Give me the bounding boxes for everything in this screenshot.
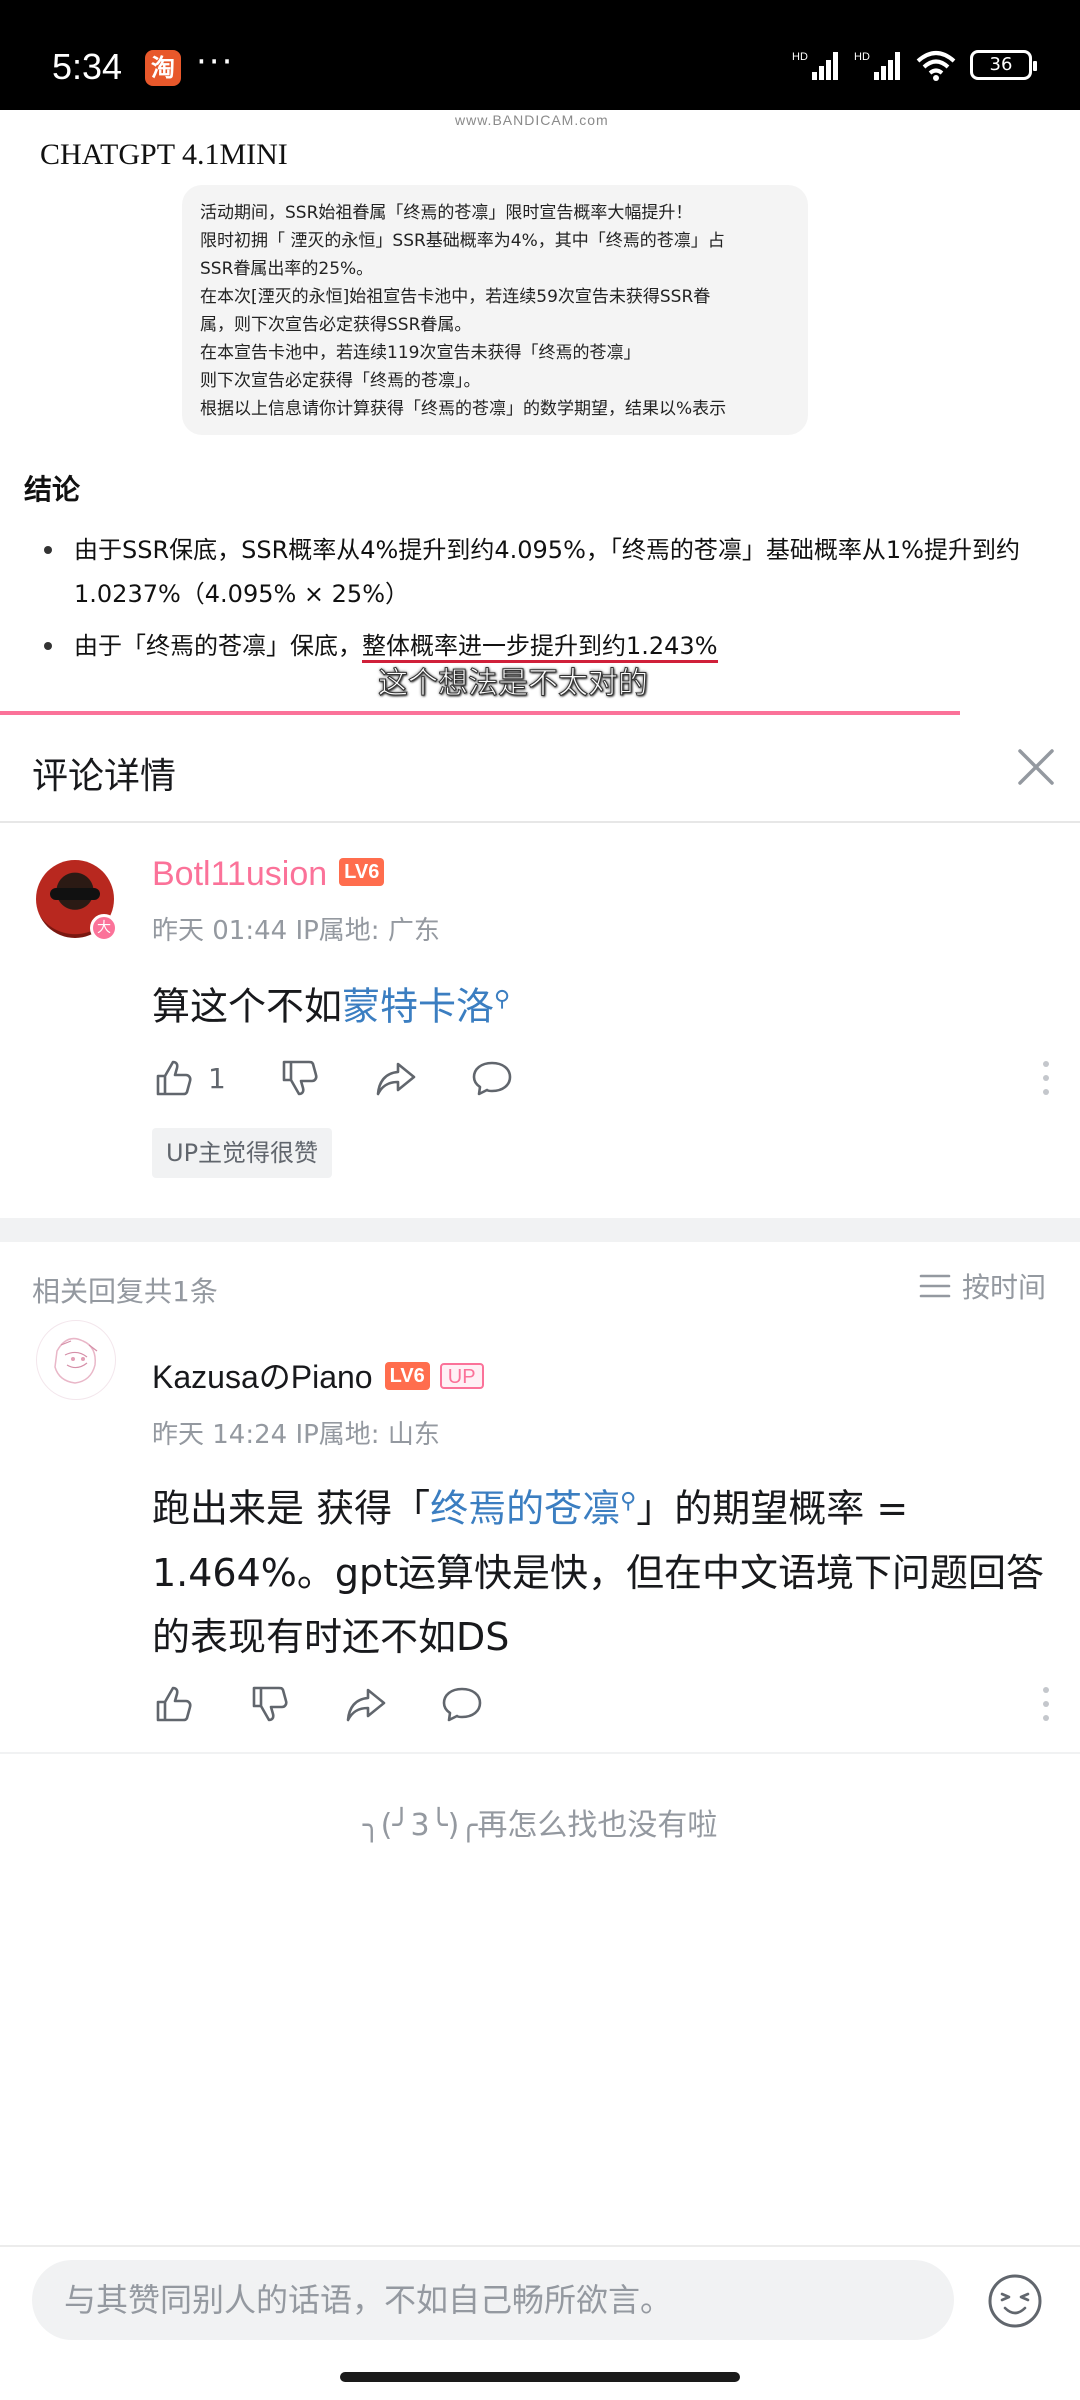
prompt-line: 活动期间，SSR始祖眷属「终焉的苍凛」限时宣告概率大幅提升！ xyxy=(200,203,693,223)
search-small-icon: ⚲ xyxy=(620,1489,637,1514)
reply-dislike-button[interactable] xyxy=(248,1682,292,1726)
emoji-icon[interactable] xyxy=(986,2272,1044,2330)
prompt-line: 根据以上信息请你计算获得「终焉的苍凛」的数学期望，结果以%表示 xyxy=(200,399,727,419)
prompt-line: 在本次[湮灭的永恒]始祖宣告卡池中，若连续59次宣告未获得SSR眷 xyxy=(200,287,711,307)
end-of-list-message: ╮(╯3╰)╭再怎么找也没有啦 xyxy=(362,1808,718,1843)
reply-like-button[interactable] xyxy=(152,1682,196,1726)
bullet1-line2: 1.0237%（4.095% × 25%） xyxy=(74,580,410,608)
conclusion-list: 由于SSR保底，SSR概率从4%提升到约4.095%，「终焉的苍凛」基础概率从1… xyxy=(40,528,1060,676)
reply-username[interactable]: KazusaのPiano LV6 UP xyxy=(152,1352,484,1398)
list-divider xyxy=(0,1752,1080,1754)
up-liked-badge: UP主觉得很赞 xyxy=(152,1128,333,1178)
signal-icon-2: HD xyxy=(854,51,900,80)
comment-text-prefix: 算这个不如 xyxy=(152,984,343,1029)
reply-avatar[interactable] xyxy=(36,1320,116,1400)
reply-share-button[interactable] xyxy=(344,1682,388,1726)
comment-bubble-icon xyxy=(442,1687,482,1722)
reply-text: 跑出来是 获得「终焉的苍凛⚲」的期望概率 = 1.464%。gpt运算快是快，但… xyxy=(152,1470,1052,1669)
share-icon xyxy=(346,1688,386,1722)
status-time: 5:34 xyxy=(52,46,123,87)
comment-username[interactable]: Botl11usion LV6 xyxy=(152,855,385,894)
reply-line1-prefix: 跑出来是 获得「 xyxy=(152,1486,431,1531)
comment-input[interactable]: 与其赞同别人的话语，不如自己畅所欲言。 xyxy=(32,2260,954,2340)
more-options-icon[interactable] xyxy=(1042,1060,1050,1096)
video-player[interactable]: www.BANDICAM.com CHATGPT 4.1MINI 活动期间，SS… xyxy=(0,110,1080,715)
prompt-line: 限时初拥「 湮灭的永恒」SSR基础概率为4%，其中「终焉的苍凛」占 xyxy=(200,231,725,251)
prompt-line: 属，则下次宣告必定获得SSR眷属。 xyxy=(200,315,472,335)
wifi-icon xyxy=(916,51,956,81)
replies-count: 相关回复共1条 xyxy=(32,1275,218,1308)
panel-title: 评论详情 xyxy=(32,756,177,797)
reply-button[interactable] xyxy=(470,1056,514,1100)
avatar-glasses xyxy=(50,888,100,900)
hd-label-1: HD xyxy=(792,51,808,63)
comment-bubble-icon xyxy=(472,1061,512,1096)
home-indicator[interactable] xyxy=(340,2372,740,2382)
conclusion-heading: 结论 xyxy=(24,473,81,506)
reply-line-1: 跑出来是 获得「终焉的苍凛⚲」的期望概率 = xyxy=(152,1470,1052,1541)
prompt-line: 在本宣告卡池中，若连续119次宣告未获得「终焉的苍凛」 xyxy=(200,343,641,363)
reply-reply-button[interactable] xyxy=(440,1682,484,1726)
reply-line-3: 的表现有时还不如DS xyxy=(152,1614,510,1659)
video-subtitle: 这个想法是不太对的 xyxy=(378,666,649,702)
model-title: CHATGPT 4.1MINI xyxy=(40,138,288,171)
status-bar: 5:34 淘 ··· HD HD 36 xyxy=(0,0,1080,110)
section-separator xyxy=(0,1218,1080,1242)
status-indicators: HD HD 36 xyxy=(792,48,1037,82)
avatar[interactable]: 大 xyxy=(36,860,118,942)
reply-more-options-icon[interactable] xyxy=(1042,1686,1050,1722)
sort-label: 按时间 xyxy=(961,1271,1046,1304)
comment-detail-header: 评论详情 xyxy=(0,715,1080,823)
reply-actions xyxy=(152,1682,536,1726)
comment-meta: 昨天 01:44 IP属地: 广东 xyxy=(152,916,440,946)
reply-search-link[interactable]: 终焉的苍凛 xyxy=(430,1487,620,1531)
signal-icon-1: HD xyxy=(792,51,838,80)
reply-meta: 昨天 14:24 IP属地: 山东 xyxy=(152,1420,440,1450)
hd-label-2: HD xyxy=(854,51,870,63)
reply-line1-suffix: 」的期望概率 = xyxy=(636,1486,909,1531)
input-divider xyxy=(0,2245,1080,2247)
conclusion-bullet-1: 由于SSR保底，SSR概率从4%提升到约4.095%，「终焉的苍凛」基础概率从1… xyxy=(40,528,1060,616)
up-tag: UP xyxy=(439,1362,484,1389)
thumbs-up-icon xyxy=(156,1686,192,1722)
like-count: 1 xyxy=(208,1061,226,1095)
list-sort-icon xyxy=(919,1274,951,1298)
share-button[interactable] xyxy=(374,1056,418,1100)
bandicam-watermark: www.BANDICAM.com xyxy=(455,112,609,128)
search-small-icon: ⚲ xyxy=(494,987,511,1012)
prompt-line: 则下次宣告必定获得「终焉的苍凛」。 xyxy=(200,371,481,391)
more-notifications-icon: ··· xyxy=(196,42,235,82)
search-link[interactable]: 蒙特卡洛 xyxy=(342,985,494,1029)
prompt-line: SSR眷属出率的25%。 xyxy=(200,259,374,279)
bullet1-line1: 由于SSR保底，SSR概率从4%提升到约4.095%，「终焉的苍凛」基础概率从1… xyxy=(74,536,1020,564)
dislike-button[interactable] xyxy=(278,1056,322,1100)
battery-indicator: 36 xyxy=(970,50,1037,80)
close-icon[interactable] xyxy=(1014,745,1058,789)
prompt-bubble: 活动期间，SSR始祖眷属「终焉的苍凛」限时宣告概率大幅提升！ 限时初拥「 湮灭的… xyxy=(182,185,808,435)
comment-text: 算这个不如蒙特卡洛⚲ xyxy=(152,968,510,1039)
taobao-app-icon: 淘 xyxy=(145,50,181,86)
comment-actions: 1 xyxy=(152,1056,566,1100)
sort-by-time-button[interactable]: 按时间 xyxy=(918,1266,1046,1306)
username-text[interactable]: Botl11usion xyxy=(152,855,327,893)
vip-badge: 大 xyxy=(90,914,118,942)
reply-username-text[interactable]: KazusaのPiano xyxy=(152,1359,373,1395)
share-icon xyxy=(376,1062,416,1096)
reply-line-2: 1.464%。gpt运算快是快，但在中文语境下问题回答 xyxy=(152,1550,1045,1595)
level-badge: LV6 xyxy=(339,858,385,887)
thumbs-down-icon xyxy=(252,1686,288,1722)
sketch-avatar-art xyxy=(54,1337,98,1384)
thumbs-down-icon xyxy=(282,1060,318,1096)
bullet2-prefix: 由于「终焉的苍凛」保底， xyxy=(74,632,362,660)
thumbs-up-icon xyxy=(156,1060,192,1096)
like-button[interactable]: 1 xyxy=(152,1056,226,1100)
reply-level-badge: LV6 xyxy=(384,1361,430,1390)
